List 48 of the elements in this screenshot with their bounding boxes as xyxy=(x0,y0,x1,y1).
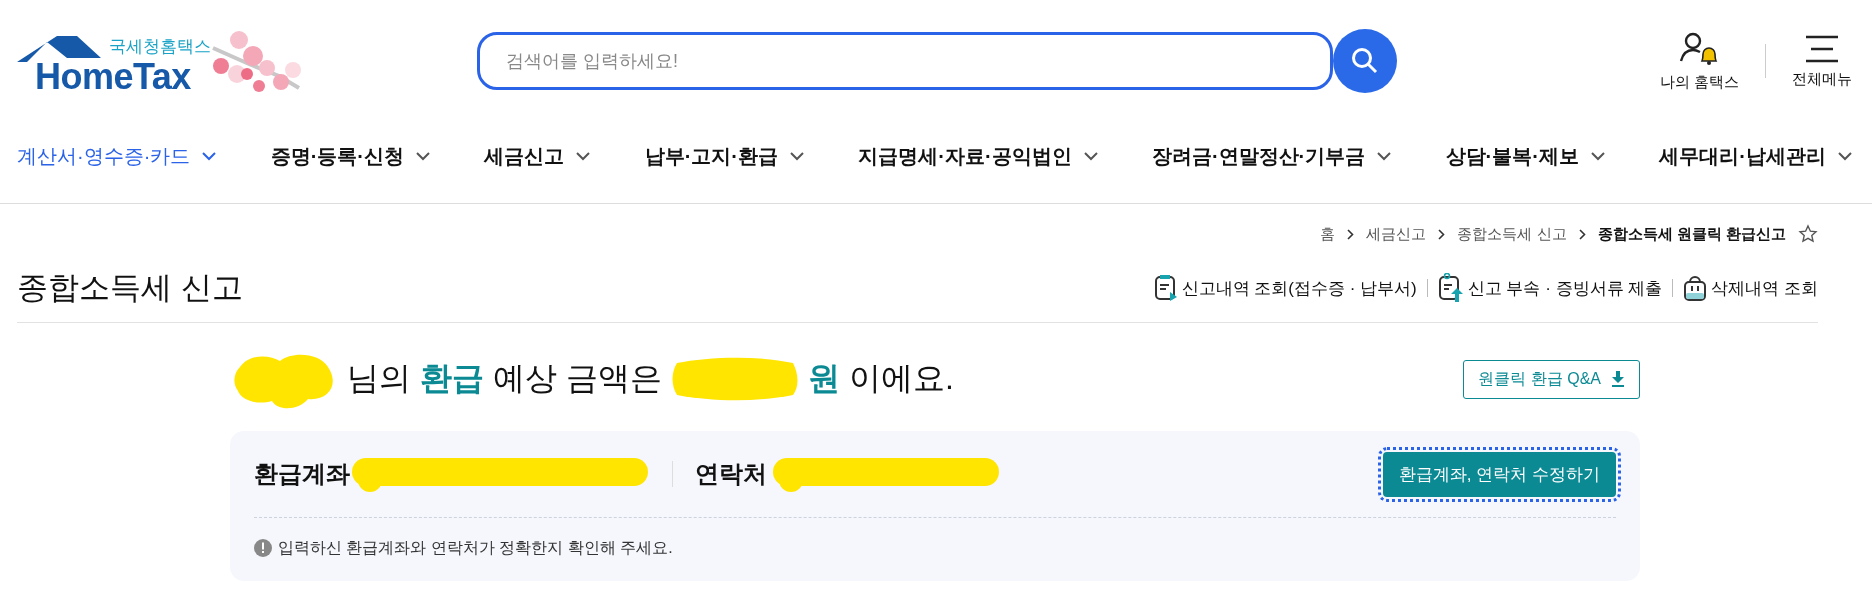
info-icon xyxy=(254,539,272,557)
document-upload-icon xyxy=(1437,273,1464,303)
basket-icon xyxy=(1683,274,1708,302)
chevron-down-icon xyxy=(1590,152,1605,161)
nav-menu-item[interactable]: 지급명세·자료·공익법인 xyxy=(858,143,1098,170)
chevron-right-icon xyxy=(1438,228,1446,240)
menu-button[interactable]: 전체메뉴 xyxy=(1792,33,1852,89)
my-hometax-link[interactable]: 나의 홈택스 xyxy=(1659,30,1739,92)
breadcrumb-link[interactable]: 종합소득세 원클릭 환급신고 xyxy=(1597,224,1786,244)
nav-menu-item[interactable]: 세무대리·납세관리 xyxy=(1659,143,1852,170)
greeting-highlight: 원 xyxy=(807,359,840,398)
chevron-down-icon xyxy=(789,152,804,161)
chevron-down-icon xyxy=(1837,152,1852,161)
nav-menu-item[interactable]: 세금신고 xyxy=(484,143,591,170)
chevron-down-icon xyxy=(1377,152,1392,161)
user-bell-icon xyxy=(1679,30,1720,67)
greeting-text: 님의 xyxy=(347,359,411,398)
greeting-text: 예상 금액은 xyxy=(493,359,662,398)
nav-menu-item[interactable]: 장려금·연말정산·기부금 xyxy=(1151,143,1392,170)
page-action-link[interactable]: 신고 부속 · 증빙서류 제출 xyxy=(1437,273,1663,303)
document-icon xyxy=(1153,274,1178,302)
search-icon xyxy=(1350,46,1380,76)
greeting-highlight: 환급 xyxy=(420,359,484,398)
menu-icon xyxy=(1805,33,1839,64)
page-action-link[interactable]: 신고내역 조회(접수증 · 납부서) xyxy=(1153,274,1417,302)
chevron-right-icon xyxy=(1578,228,1586,240)
chevron-down-icon xyxy=(1083,152,1098,161)
field-label: 연락처 xyxy=(695,459,767,489)
nav-menu-item[interactable]: 납부·고지·환급 xyxy=(644,143,804,170)
qa-download-button[interactable]: 원클릭 환급 Q&A xyxy=(1463,359,1640,399)
field-label: 환급계좌 xyxy=(254,459,350,489)
nav-menu-item[interactable]: 증명·등록·신청 xyxy=(270,143,430,170)
nav-menu-item[interactable]: 상담·불복·제보 xyxy=(1445,143,1605,170)
chevron-down-icon xyxy=(576,152,591,161)
chevron-down-icon xyxy=(416,152,430,161)
breadcrumb-link[interactable]: 종합소득세 신고 xyxy=(1457,224,1567,244)
page-action-link[interactable]: 삭제내역 조회 xyxy=(1683,274,1818,302)
star-icon[interactable] xyxy=(1798,224,1818,244)
breadcrumb-link[interactable]: 홈 xyxy=(1320,224,1336,244)
chevron-down-icon xyxy=(202,152,217,161)
greeting-text: 이에요. xyxy=(848,359,954,398)
note-text: 입력하신 환급계좌와 연락처가 정확한지 확인해 주세요. xyxy=(278,537,673,558)
page-title: 종합소득세 신고 xyxy=(17,269,243,307)
chevron-right-icon xyxy=(1347,228,1355,240)
breadcrumb-link[interactable]: 세금신고 xyxy=(1366,224,1427,244)
download-icon xyxy=(1611,371,1625,387)
nav-menu-item[interactable]: 계산서·영수증·카드 xyxy=(17,143,217,170)
search-field[interactable]: 검색어를 입력하세요! xyxy=(477,32,1333,90)
